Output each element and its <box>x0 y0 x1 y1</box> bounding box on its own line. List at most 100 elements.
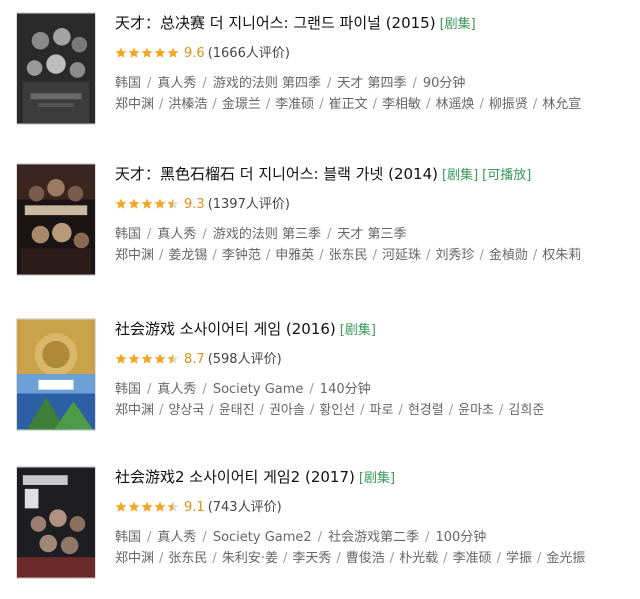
separator: / <box>202 382 207 397</box>
separator: / <box>532 248 538 263</box>
item-title[interactable]: 天才：黑色石榴石 더 지니어스: 블랙 가넷 (2014) <box>115 165 438 183</box>
meta-tag: 真人秀 <box>157 227 197 242</box>
separator: / <box>479 248 484 263</box>
list-item: 社会游戏 소사이어티 게임 (2016) 剧集 8.7(598人评价) 韩国 / 真人… <box>0 318 640 438</box>
poster-art <box>17 467 95 578</box>
cast-member[interactable]: 김희준 <box>508 403 544 418</box>
poster-image[interactable] <box>16 466 96 579</box>
cast-member[interactable]: 朱利安·姜 <box>222 551 278 566</box>
cast-member[interactable]: 崔正文 <box>329 97 368 112</box>
cast-member[interactable]: 申雅英 <box>275 248 314 263</box>
item-title[interactable]: 社会游戏2 소사이어티 게임2 (2017) <box>115 468 355 486</box>
playable-badge[interactable]: 可播放 <box>482 168 531 183</box>
cast-member[interactable]: 윤마초 <box>458 403 494 418</box>
meta-tag: 韩国 <box>115 382 142 397</box>
poster-image[interactable] <box>16 163 96 276</box>
item-meta: 韩国 / 真人秀 / 游戏的法则 第四季 / 天才 第四季 / 90分钟 <box>115 74 632 94</box>
cast-member[interactable]: 洪榛浩 <box>168 97 207 112</box>
cast-member[interactable]: 金光振 <box>546 551 585 566</box>
cast-member[interactable]: 张东民 <box>168 551 207 566</box>
star-icon <box>167 47 179 58</box>
separator: / <box>479 97 484 112</box>
cast-member[interactable]: 姜龙锡 <box>168 248 207 263</box>
cast-member[interactable]: 郑中渊 <box>115 248 154 263</box>
separator: / <box>425 530 430 545</box>
cast-member[interactable]: 양상국 <box>168 403 204 418</box>
cast-member[interactable]: 曹俊浩 <box>346 551 385 566</box>
star-rating <box>115 198 181 216</box>
separator: / <box>147 227 152 242</box>
separator: / <box>319 248 324 263</box>
cast-member[interactable]: 河延珠 <box>382 248 421 263</box>
separator: / <box>326 227 332 242</box>
separator: / <box>426 248 431 263</box>
separator: / <box>209 403 214 418</box>
separator: / <box>309 403 315 418</box>
star-icon <box>141 353 153 364</box>
cast-member[interactable]: 현경렬 <box>408 403 444 418</box>
item-cast: 郑中渊 / 洪榛浩 / 金璟兰 / 李准硕 / 崔正文 / 李相敏 / 林遥焕 / 柳振贤 / 林允宣 <box>115 94 632 116</box>
stars-svg <box>115 47 179 58</box>
cast-member[interactable]: 学振 <box>506 551 532 566</box>
cast-member[interactable]: 金楨勋 <box>489 248 528 263</box>
meta-tag: 真人秀 <box>157 530 197 545</box>
separator: / <box>398 403 403 418</box>
separator: / <box>259 403 264 418</box>
cast-member[interactable]: 郑中渊 <box>115 97 154 112</box>
cast-member[interactable]: 李准硕 <box>453 551 492 566</box>
item-title[interactable]: 天才：总决赛 더 지니어스: 그랜드 파이널 (2015) <box>115 14 436 32</box>
type-badge[interactable]: 剧集 <box>442 168 478 183</box>
poster-art <box>17 13 95 124</box>
star-icon <box>128 198 140 209</box>
type-badge[interactable]: 剧集 <box>440 17 476 32</box>
cast-member[interactable]: 李天秀 <box>292 551 331 566</box>
poster-image[interactable] <box>16 12 96 125</box>
star-icon <box>154 198 166 209</box>
type-badge[interactable]: 剧集 <box>359 471 395 486</box>
cast-member[interactable]: 파로 <box>370 403 394 418</box>
rating-count: (598人评价) <box>207 352 282 367</box>
cast-member[interactable]: 李相敏 <box>382 97 421 112</box>
star-icon <box>115 353 127 364</box>
separator: / <box>202 227 207 242</box>
item-title[interactable]: 社会游戏 소사이어티 게임 (2016) <box>115 320 336 338</box>
separator: / <box>309 382 314 397</box>
separator: / <box>202 530 207 545</box>
rating-score: 8.7 <box>184 352 205 367</box>
cast-member[interactable]: 권아솔 <box>269 403 305 418</box>
item-meta: 韩国 / 真人秀 / Society Game2 / 社会游戏第二季 / 100分钟 <box>115 528 632 548</box>
item-meta: 韩国 / 真人秀 / Society Game / 140分钟 <box>115 380 632 400</box>
meta-tag: 真人秀 <box>157 76 197 91</box>
star-rating <box>115 353 181 371</box>
type-badge[interactable]: 剧集 <box>340 323 376 338</box>
cast-member[interactable]: 郑中渊 <box>115 551 154 566</box>
cast-member[interactable]: 윤태진 <box>219 403 255 418</box>
star-icon <box>167 198 179 209</box>
title-row: 天才：总决赛 더 지니어스: 그랜드 파이널 (2015) 剧集 <box>115 12 632 36</box>
cast-member[interactable]: 林允宣 <box>542 97 581 112</box>
cast-member[interactable]: 刘秀珍 <box>435 248 474 263</box>
cast-member[interactable]: 李准硕 <box>275 97 314 112</box>
star-rating <box>115 47 181 65</box>
search-results-list: 天才：总决赛 더 지니어스: 그랜드 파이널 (2015) 剧集 9.6(1666… <box>0 0 640 599</box>
separator: / <box>147 382 152 397</box>
cast-member[interactable]: 황인선 <box>319 403 355 418</box>
separator: / <box>536 551 542 566</box>
cast-member[interactable]: 柳振贤 <box>489 97 528 112</box>
meta-tag: 90分钟 <box>422 76 466 91</box>
cast-member[interactable]: 郑中渊 <box>115 403 154 418</box>
cast-member[interactable]: 金璟兰 <box>222 97 261 112</box>
meta-tag: Society Game <box>212 382 304 397</box>
cast-member[interactable]: 朴光载 <box>399 551 438 566</box>
cast-member[interactable]: 张东民 <box>329 248 368 263</box>
cast-member[interactable]: 林遥焕 <box>435 97 474 112</box>
cast-member[interactable]: 权朱莉 <box>542 248 581 263</box>
separator: / <box>147 530 152 545</box>
cast-member[interactable]: 李钟范 <box>222 248 261 263</box>
rating-score: 9.3 <box>184 197 205 212</box>
poster-image[interactable] <box>16 318 96 431</box>
star-icon <box>115 501 127 512</box>
meta-tag: Society Game2 <box>212 530 312 545</box>
title-row: 社会游戏 소사이어티 게임 (2016) 剧集 <box>115 318 632 342</box>
separator: / <box>443 551 448 566</box>
